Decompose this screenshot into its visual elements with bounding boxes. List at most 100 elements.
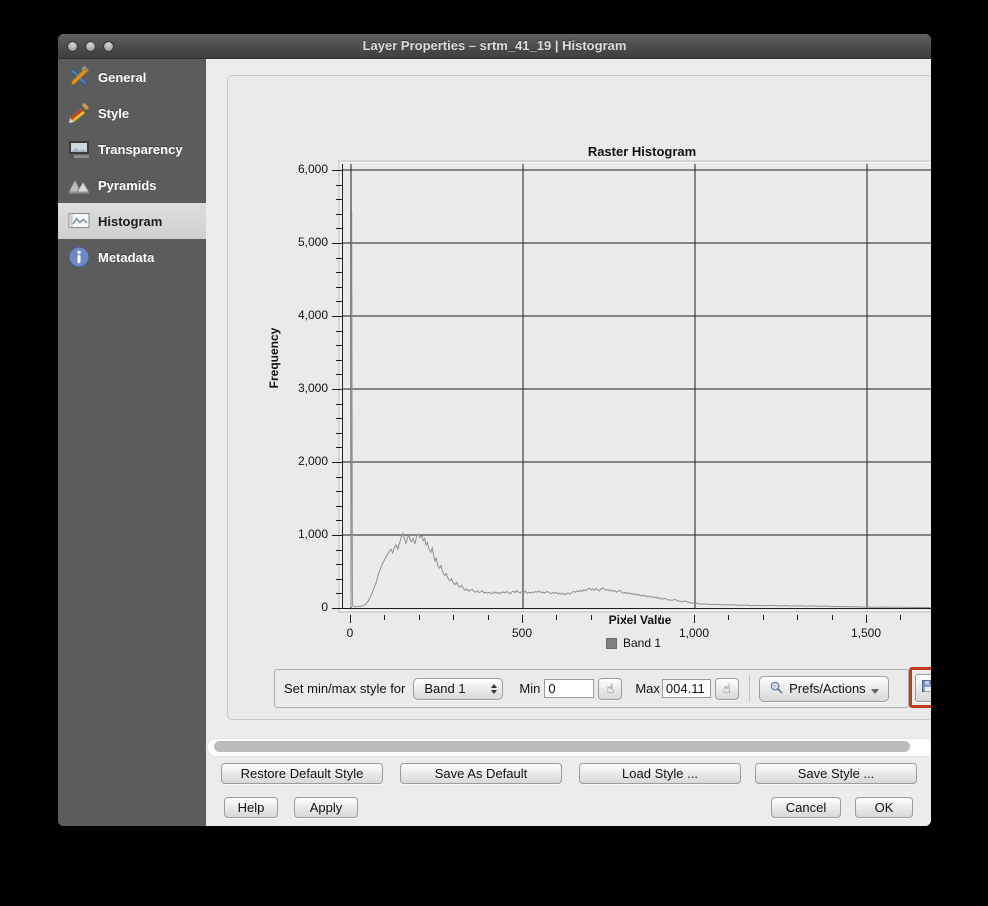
- paintbrush-icon: [66, 100, 92, 126]
- axis-tick: [350, 615, 351, 623]
- axis-tick: [336, 360, 342, 361]
- y-tick-label: 0: [321, 600, 328, 614]
- y-tick-label: 5,000: [297, 235, 328, 249]
- axis-tick: [336, 564, 342, 565]
- band-selector-value: Band 1: [424, 681, 466, 696]
- axis-tick: [336, 447, 342, 448]
- max-pick-button[interactable]: ☝: [714, 677, 739, 700]
- apply-button[interactable]: Apply: [294, 797, 358, 818]
- min-label: Min: [519, 681, 541, 696]
- chevron-down-icon: [870, 689, 879, 694]
- save-as-default-button[interactable]: Save As Default: [400, 763, 562, 784]
- help-button[interactable]: Help: [224, 797, 278, 818]
- axis-tick: [332, 462, 342, 463]
- chart-legend: Band 1: [606, 636, 661, 650]
- y-tick-label: 2,000: [297, 454, 328, 468]
- legend-swatch: [606, 637, 617, 649]
- legend-label: Band 1: [623, 636, 662, 650]
- axis-tick: [336, 199, 342, 200]
- axis-tick: [522, 615, 523, 623]
- minmax-toolbar: Set min/max style for Band 1 Min ☝ Max ☝: [274, 669, 909, 708]
- axis-tick: [728, 615, 729, 620]
- button-label: Apply: [309, 800, 343, 815]
- restore-default-style-button[interactable]: Restore Default Style: [221, 763, 383, 784]
- axis-tick: [336, 433, 342, 434]
- window-titlebar[interactable]: Layer Properties – srtm_41_19 | Histogra…: [58, 34, 931, 59]
- axis-tick: [591, 615, 592, 620]
- sidebar-item-style[interactable]: Style: [58, 95, 206, 131]
- min-pick-button[interactable]: ☝: [598, 677, 623, 700]
- sidebar-item-pyramids[interactable]: Pyramids: [58, 167, 206, 203]
- axis-tick: [332, 170, 342, 171]
- axis-tick: [866, 615, 867, 623]
- axis-tick: [336, 345, 342, 346]
- axis-tick: [384, 615, 385, 620]
- axis-tick: [336, 185, 342, 186]
- sidebar-item-label: Histogram: [98, 213, 163, 229]
- prefs-actions-label: Prefs/Actions: [789, 681, 866, 696]
- sidebar-item-general[interactable]: General: [58, 59, 206, 95]
- x-axis-title: Pixel Value: [608, 613, 672, 627]
- sidebar-item-metadata[interactable]: Metadata: [58, 239, 206, 275]
- axis-tick: [556, 615, 557, 620]
- x-tick-label: 1,000: [678, 626, 710, 640]
- max-label: Max: [635, 681, 660, 696]
- axis-tick: [453, 615, 454, 620]
- histogram-groupbox: Raster Histogram 0 1,000 2,000 3,000 4,000 5,…: [227, 75, 931, 720]
- cancel-button[interactable]: Cancel: [771, 797, 841, 818]
- y-axis-title: Frequency: [267, 327, 281, 389]
- max-input[interactable]: [661, 679, 711, 698]
- axis-tick: [336, 520, 342, 521]
- minmax-label: Set min/max style for: [284, 681, 406, 696]
- pyramids-icon: [66, 172, 92, 198]
- sidebar-item-transparency[interactable]: Transparency: [58, 131, 206, 167]
- axis-tick: [332, 389, 342, 390]
- axis-tick: [332, 608, 342, 609]
- button-label: Cancel: [785, 800, 827, 815]
- histogram-plot[interactable]: [342, 164, 931, 609]
- popup-arrows-icon: [491, 683, 498, 694]
- scrollbar-thumb[interactable]: [214, 741, 910, 752]
- annotation-highlight: [909, 667, 931, 708]
- min-input[interactable]: [544, 679, 595, 698]
- histogram-page: Raster Histogram 0 1,000 2,000 3,000 4,000 5,…: [206, 59, 931, 826]
- axis-tick: [797, 615, 798, 620]
- sidebar-item-label: General: [98, 69, 147, 85]
- prefs-actions-button[interactable]: Prefs/Actions: [758, 675, 889, 702]
- sidebar-item-histogram[interactable]: Histogram: [58, 203, 206, 239]
- properties-sidebar: General Style Transparency Pyramids Hist…: [58, 59, 206, 826]
- axis-tick: [336, 418, 342, 419]
- button-label: Load Style ...: [622, 766, 698, 781]
- axis-tick: [763, 615, 764, 620]
- axis-tick: [336, 331, 342, 332]
- axis-tick: [336, 287, 342, 288]
- info-icon: [66, 244, 92, 270]
- axis-tick: [694, 615, 695, 623]
- band-selector[interactable]: Band 1: [413, 677, 504, 700]
- x-tick-label: 500: [511, 626, 533, 640]
- save-style-button[interactable]: Save Style ...: [755, 763, 917, 784]
- ok-button[interactable]: OK: [855, 797, 913, 818]
- axis-tick: [332, 243, 342, 244]
- chart-title: Raster Histogram: [587, 144, 697, 159]
- horizontal-scrollbar[interactable]: [207, 738, 931, 757]
- axis-tick: [336, 506, 342, 507]
- load-style-button[interactable]: Load Style ...: [579, 763, 741, 784]
- x-tick-label: 0: [346, 626, 354, 640]
- y-tick-label: 4,000: [297, 308, 328, 322]
- window-title: Layer Properties – srtm_41_19 | Histogra…: [362, 38, 627, 53]
- axis-tick: [419, 615, 420, 620]
- axis-tick: [336, 550, 342, 551]
- save-histogram-button[interactable]: [915, 673, 931, 702]
- axis-tick: [336, 228, 342, 229]
- toolbar-separator: [748, 675, 750, 702]
- sidebar-item-label: Style: [98, 105, 130, 121]
- axis-tick: [336, 579, 342, 580]
- hand-pointer-icon: ☝: [606, 680, 615, 696]
- axis-tick: [332, 316, 342, 317]
- axis-tick: [332, 535, 342, 536]
- axis-tick: [336, 374, 342, 375]
- y-tick-label: 1,000: [297, 527, 328, 541]
- button-label: Help: [237, 800, 265, 815]
- button-label: Save As Default: [434, 766, 528, 781]
